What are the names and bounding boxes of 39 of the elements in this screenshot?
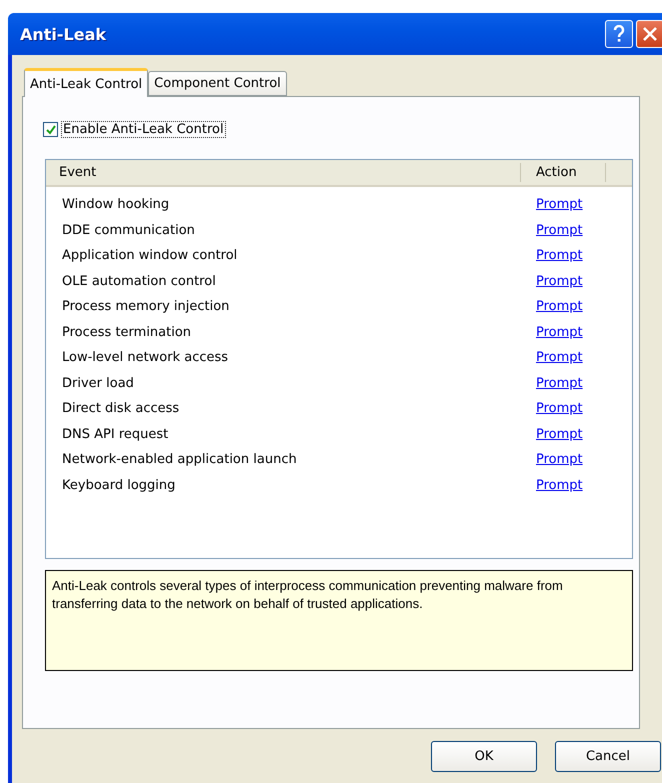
action-link[interactable]: Prompt [536, 248, 583, 264]
close-icon [642, 26, 658, 42]
event-name: Network-enabled application launch [61, 452, 298, 468]
event-name: Process termination [61, 324, 192, 340]
action-link[interactable]: Prompt [536, 350, 583, 366]
event-name: Low-level network access [61, 350, 230, 366]
event-name: Window hooking [61, 197, 170, 212]
cancel-button[interactable]: Cancel [555, 741, 661, 772]
action-link[interactable]: Prompt [536, 274, 583, 289]
column-header[interactable]: Event [46, 163, 521, 182]
action-link[interactable]: Prompt [536, 299, 583, 314]
action-link[interactable]: Prompt [536, 222, 583, 238]
action-link[interactable]: Prompt [536, 197, 583, 212]
tab[interactable]: Component Control [148, 71, 287, 96]
event-name: DNS API request [61, 426, 170, 442]
action-link[interactable]: Prompt [536, 324, 583, 340]
action-link[interactable]: Prompt [536, 426, 583, 442]
event-name: OLE automation control [61, 274, 217, 289]
column-header[interactable]: Action [521, 163, 606, 182]
event-name: Process memory injection [61, 299, 230, 314]
action-link[interactable]: Prompt [536, 401, 583, 416]
close-button[interactable] [636, 20, 662, 48]
event-name: DDE communication [61, 222, 196, 238]
action-link[interactable]: Prompt [536, 452, 583, 468]
help-button[interactable] [605, 20, 633, 48]
event-name: Keyboard logging [61, 478, 176, 493]
description-text: Anti-Leak controls several types of interprocess communication preventing malware from transferring data to the network on behalf of trusted applications. [52, 577, 564, 613]
action-link[interactable]: Prompt [536, 376, 583, 391]
event-name: Application window control [61, 248, 238, 264]
check-icon [46, 124, 56, 134]
checkbox[interactable] [43, 122, 58, 137]
help-icon [613, 25, 625, 43]
ok-button[interactable]: OK [431, 741, 537, 772]
tab[interactable]: Anti-Leak Control [24, 68, 148, 97]
event-name: Driver load [61, 376, 135, 391]
window-title: Anti-Leak [20, 24, 108, 44]
event-name: Direct disk access [61, 401, 180, 416]
action-link[interactable]: Prompt [536, 478, 583, 493]
checkbox-label[interactable]: Enable Anti-Leak Control [61, 121, 226, 138]
